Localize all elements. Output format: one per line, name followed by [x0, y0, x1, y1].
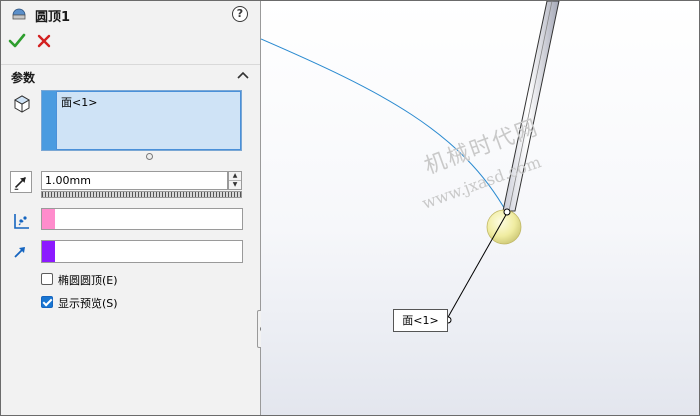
constraint-point-field[interactable] [41, 208, 243, 230]
callout-leader [446, 212, 508, 320]
spin-up-button[interactable]: ▲ [229, 172, 241, 181]
face-select-icon [13, 95, 31, 113]
distance-input[interactable]: 1.00mm [41, 171, 228, 190]
face-point-marker[interactable] [503, 208, 511, 216]
face-callout[interactable]: 面<1> [393, 309, 448, 332]
parameters-section-header[interactable]: 参数 [1, 64, 260, 87]
spin-down-button[interactable]: ▼ [229, 181, 241, 189]
direction-field[interactable] [41, 240, 243, 263]
property-manager: 圆顶1 ? 参数 面<1> 1.00mm ▲ ▼ 椭圆圆顶(E) 显示预览(S) [1, 1, 261, 415]
list-item[interactable]: 面<1> [61, 94, 97, 110]
show-preview-checkbox[interactable] [41, 296, 53, 308]
face-selection-box[interactable]: 面<1> [41, 90, 242, 151]
cancel-button[interactable] [34, 31, 54, 51]
model-view[interactable] [261, 1, 699, 415]
dome-icon [12, 8, 26, 20]
distance-spinner[interactable]: ▲ ▼ [228, 171, 242, 190]
parameters-section-title: 参数 [11, 71, 36, 85]
ok-button[interactable] [7, 31, 27, 51]
vector-color-strip [42, 209, 55, 229]
direction-color-strip [42, 241, 55, 262]
window: 圆顶1 ? 参数 面<1> 1.00mm ▲ ▼ 椭圆圆顶(E) 显示预览(S)… [0, 0, 700, 416]
feature-title: 圆顶1 [35, 10, 71, 25]
list-resize-handle[interactable] [146, 153, 153, 160]
show-preview-label: 显示预览(S) [58, 297, 118, 310]
distance-icon [10, 171, 32, 193]
help-icon[interactable]: ? [232, 6, 248, 22]
direction-arrow-icon[interactable] [12, 244, 28, 260]
graphics-area[interactable] [261, 1, 699, 415]
panel-titlebar: 圆顶1 ? [1, 1, 260, 27]
elliptical-dome-checkbox[interactable] [41, 273, 53, 285]
constraint-vector-icon [14, 214, 29, 229]
distance-slider[interactable] [41, 191, 242, 198]
selection-color-strip [42, 91, 56, 150]
chevron-up-icon[interactable] [237, 70, 249, 80]
elliptical-dome-label: 椭圆圆顶(E) [58, 274, 118, 287]
face-list[interactable]: 面<1> [56, 91, 241, 150]
